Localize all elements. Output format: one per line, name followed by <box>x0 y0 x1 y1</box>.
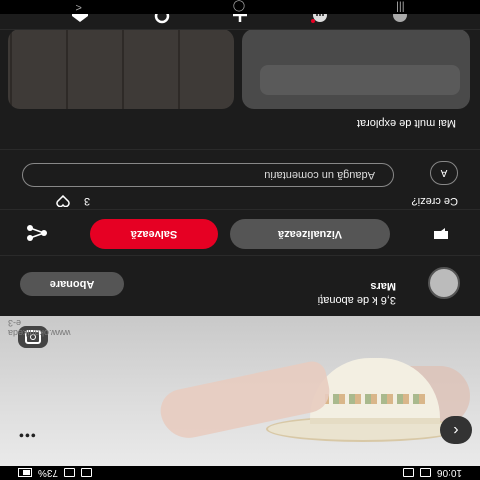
home-system-icon[interactable]: ◯ <box>233 1 245 14</box>
heart-icon[interactable] <box>56 195 70 207</box>
reaction-count: 3 <box>84 195 91 207</box>
share-icon[interactable] <box>26 225 48 241</box>
app-screen: 10:06 73% ‹ ••• www.okanikeda e-3 Mars 3… <box>0 0 480 480</box>
back-system-icon[interactable]: < <box>75 1 81 13</box>
follow-button[interactable]: Abonare <box>20 272 124 296</box>
explore-pin[interactable] <box>8 29 234 109</box>
signal-icon <box>64 468 76 478</box>
user-avatar: A <box>430 161 458 185</box>
more-options-icon[interactable]: ••• <box>18 428 36 444</box>
explore-title: Mai mult de explorat <box>356 117 456 129</box>
creator-avatar[interactable] <box>428 267 460 299</box>
back-button[interactable]: ‹ <box>440 416 472 444</box>
save-button[interactable]: Salvează <box>90 219 218 249</box>
time-text: 10:06 <box>436 467 462 479</box>
battery-icon <box>18 468 32 478</box>
comment-input[interactable]: Adaugă un comentariu <box>22 163 394 187</box>
alarm-icon <box>81 468 93 478</box>
pin-image[interactable]: ‹ ••• www.okanikeda e-3 <box>0 316 480 466</box>
recent-apps-icon[interactable]: ||| <box>396 1 405 13</box>
watermark-line: e-3 <box>8 318 22 328</box>
notification-icon <box>419 468 431 478</box>
system-navigation: ||| ◯ < <box>0 0 480 14</box>
chevron-left-icon: ‹ <box>453 422 459 439</box>
action-bar: Vizualizează Salvează <box>0 209 480 256</box>
creator-row: Mars 3,6 k de abonați Abonare <box>0 256 480 316</box>
comments-section: Ce crezi? 3 A Adaugă un comentariu <box>0 149 480 210</box>
creator-followers: 3,6 k de abonați <box>317 294 396 306</box>
status-bar: 10:06 73% <box>0 466 480 480</box>
teacup-pattern <box>325 394 425 404</box>
chat-icon[interactable] <box>432 227 450 241</box>
gallery-icon <box>402 468 414 478</box>
comments-reactions: 3 <box>56 195 90 207</box>
watermark-text: www.okanikeda e-3 <box>8 318 71 338</box>
explore-pin[interactable] <box>242 29 470 109</box>
visualize-button[interactable]: Vizualizează <box>230 219 390 249</box>
battery-percent: 73% <box>38 467 59 479</box>
watermark-line: www.okanikeda <box>8 328 71 338</box>
creator-name[interactable]: Mars <box>370 280 396 292</box>
comments-title: Ce crezi? <box>411 195 458 207</box>
